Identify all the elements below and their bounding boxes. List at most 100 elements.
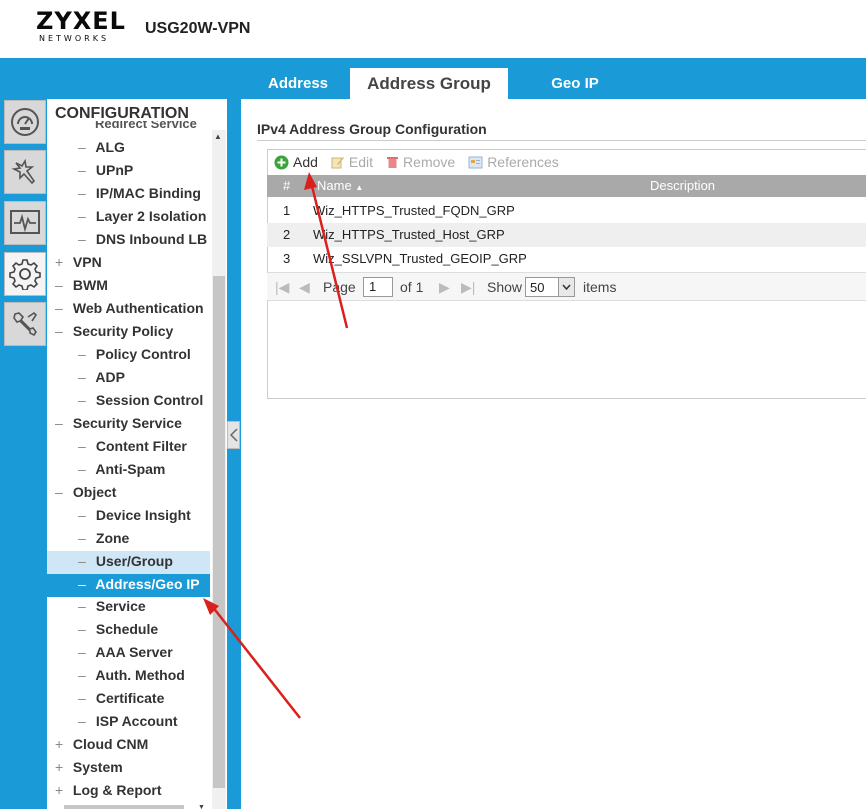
table-row[interactable]: 3 Wiz_SSLVPN_Trusted_GEOIP_GRP: [267, 247, 866, 271]
nav-item-label: Device Insight: [95, 507, 191, 523]
nav-item-prefix: –: [78, 621, 86, 637]
column-header-description[interactable]: Description: [650, 178, 715, 193]
edit-button[interactable]: Edit: [331, 154, 373, 170]
nav-item-prefix: +: [55, 736, 64, 752]
nav-item-auth-method[interactable]: – Auth. Method: [78, 665, 185, 688]
nav-item-certificate[interactable]: – Certificate: [78, 688, 164, 711]
nav-item-label: User/Group: [95, 553, 173, 569]
nav-item-security-policy[interactable]: – Security Policy: [55, 321, 173, 344]
nav-item-object[interactable]: – Object: [55, 482, 116, 505]
nav-item-aaa-server[interactable]: – AAA Server: [78, 642, 173, 665]
panel-divider: [227, 99, 241, 809]
references-icon: [468, 156, 483, 168]
logo-brand: ZYXEL: [36, 7, 126, 35]
last-page-icon[interactable]: ▶|: [461, 279, 475, 296]
nav-item-label: ADP: [95, 369, 125, 385]
nav-item-upnp[interactable]: – UPnP: [78, 160, 133, 183]
nav-item-label: Content Filter: [95, 438, 187, 454]
nav-item-system[interactable]: + System: [55, 757, 123, 780]
nav-horizontal-scrollbar[interactable]: [64, 805, 184, 809]
page-number-input[interactable]: 1: [363, 277, 393, 297]
section-divider: [257, 140, 866, 141]
monitor-button[interactable]: [4, 201, 46, 245]
nav-item-label: UPnP: [95, 162, 134, 178]
references-button[interactable]: References: [468, 154, 559, 170]
nav-item-label: System: [72, 759, 123, 775]
maintenance-button[interactable]: [4, 302, 46, 346]
nav-item-policy-control[interactable]: – Policy Control: [78, 344, 191, 367]
scroll-down-icon[interactable]: ▼: [198, 804, 205, 809]
items-per-page-select[interactable]: 50: [525, 277, 575, 297]
items-label: items: [583, 279, 617, 295]
remove-button[interactable]: Remove: [386, 154, 455, 170]
nav-item-label: Certificate: [95, 690, 165, 706]
add-button[interactable]: Add: [274, 154, 318, 170]
nav-item-prefix: –: [78, 231, 86, 247]
tab-address-group[interactable]: Address Group: [350, 68, 508, 99]
nav-item-address-geo-ip[interactable]: – Address/Geo IP: [47, 574, 210, 597]
nav-item-prefix: –: [55, 484, 63, 500]
nav-item-label: Address/Geo IP: [95, 576, 200, 592]
nav-item-log-report[interactable]: + Log & Report: [55, 780, 162, 803]
nav-item-label: DNS Inbound LB: [95, 231, 208, 247]
table-row[interactable]: 2 Wiz_HTTPS_Trusted_Host_GRP: [267, 223, 866, 247]
references-label: References: [487, 154, 559, 170]
nav-item-security-service[interactable]: – Security Service: [55, 413, 182, 436]
table-row[interactable]: 1 Wiz_HTTPS_Trusted_FQDN_GRP: [267, 199, 866, 223]
nav-item-layer2-isolation[interactable]: – Layer 2 Isolation: [78, 206, 206, 229]
nav-item-label: Layer 2 Isolation: [95, 208, 207, 224]
row-number: 2: [283, 227, 291, 242]
nav-item-prefix: –: [78, 530, 86, 546]
nav-item-content-filter[interactable]: – Content Filter: [78, 436, 187, 459]
nav-item-bwm[interactable]: – BWM: [55, 275, 108, 298]
nav-item-prefix: –: [78, 369, 86, 385]
edit-icon: [331, 157, 344, 169]
first-page-icon[interactable]: |◀: [275, 279, 289, 296]
nav-item-vpn[interactable]: + VPN: [55, 252, 102, 275]
prev-page-icon[interactable]: ◀: [299, 279, 310, 296]
nav-item-web-authentication[interactable]: – Web Authentication: [55, 298, 204, 321]
nav-item-zone[interactable]: – Zone: [78, 528, 129, 551]
dashboard-button[interactable]: [4, 100, 46, 144]
chevron-down-icon: [558, 278, 574, 296]
collapse-sidebar-button[interactable]: [227, 421, 240, 449]
tab-geo-ip[interactable]: Geo IP: [530, 68, 620, 99]
nav-item-user-group[interactable]: – User/Group: [47, 551, 210, 574]
nav-item-ip-mac-binding[interactable]: – IP/MAC Binding: [78, 183, 201, 206]
nav-item-label: Policy Control: [95, 346, 191, 362]
nav-item-dns-inbound-lb[interactable]: – DNS Inbound LB: [78, 229, 207, 252]
quick-setup-button[interactable]: [4, 150, 46, 194]
configuration-button[interactable]: [4, 252, 46, 296]
nav-item-prefix: +: [55, 782, 64, 798]
nav-item-label: BWM: [72, 277, 108, 293]
nav-item-label: Cloud CNM: [72, 736, 149, 752]
row-number: 1: [283, 203, 291, 218]
nav-item-schedule[interactable]: – Schedule: [78, 619, 158, 642]
nav-item-service[interactable]: – Service: [78, 596, 146, 619]
column-header-name[interactable]: Name ▲: [317, 178, 363, 193]
nav-item-prefix: –: [78, 392, 86, 408]
nav-item-prefix: –: [78, 553, 86, 569]
column-header-num[interactable]: #: [283, 178, 290, 193]
nav-panel: CONFIGURATION Redirect Service – ALG – U…: [47, 99, 227, 809]
configuration-icon: [9, 259, 41, 290]
nav-item-isp-account[interactable]: – ISP Account: [78, 711, 178, 734]
nav-item-adp[interactable]: – ADP: [78, 367, 125, 390]
tab-address[interactable]: Address: [258, 68, 338, 99]
nav-item-prefix: –: [78, 507, 86, 523]
nav-item-alg[interactable]: – ALG: [78, 137, 125, 160]
nav-item-prefix: +: [55, 759, 64, 775]
quick-setup-icon: [11, 158, 36, 185]
nav-item-session-control[interactable]: – Session Control: [78, 390, 203, 413]
nav-item-anti-spam[interactable]: – Anti-Spam: [78, 459, 165, 482]
next-page-icon[interactable]: ▶: [439, 279, 450, 296]
nav-item-cloud-cnm[interactable]: + Cloud CNM: [55, 734, 148, 757]
nav-scrollbar-thumb[interactable]: [213, 276, 225, 788]
nav-item-prefix: –: [78, 690, 86, 706]
items-per-page-value: 50: [530, 280, 545, 295]
nav-item-prefix: –: [78, 644, 86, 660]
nav-item-redirect-service[interactable]: Redirect Service: [95, 121, 197, 129]
scroll-up-icon[interactable]: ▲: [214, 132, 222, 141]
section-title: IPv4 Address Group Configuration: [257, 121, 487, 137]
nav-item-device-insight[interactable]: – Device Insight: [78, 505, 191, 528]
